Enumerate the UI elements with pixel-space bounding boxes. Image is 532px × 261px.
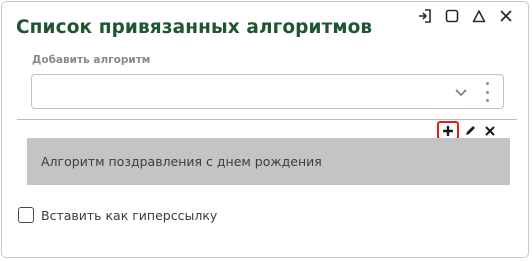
more-vertical-icon[interactable]: [483, 82, 491, 102]
exit-icon[interactable]: [417, 8, 433, 24]
add-algorithm-select[interactable]: [31, 74, 504, 109]
algorithm-name: Алгоритм поздравления с днем рождения: [41, 154, 322, 169]
insert-as-hyperlink-checkbox[interactable]: [18, 207, 34, 223]
close-icon[interactable]: [481, 122, 499, 140]
list-item[interactable]: Алгоритм поздравления с днем рождения: [27, 138, 510, 185]
pencil-icon[interactable]: [461, 122, 479, 140]
linked-algorithms-panel: Список привязанных алгоритмов Добавить а…: [1, 1, 529, 258]
insert-as-hyperlink-row[interactable]: Вставить как гиперссылку: [18, 207, 217, 223]
chevron-down-icon[interactable]: [453, 84, 469, 100]
panel-title: Список привязанных алгоритмов: [16, 17, 373, 38]
collapse-icon[interactable]: [471, 8, 487, 24]
maximize-icon[interactable]: [444, 8, 460, 24]
close-icon[interactable]: [498, 8, 514, 24]
insert-as-hyperlink-label: Вставить как гиперссылку: [41, 207, 218, 223]
add-algorithm-label: Добавить алгоритм: [32, 54, 151, 66]
divider: [17, 119, 517, 120]
window-controls: [417, 8, 514, 24]
